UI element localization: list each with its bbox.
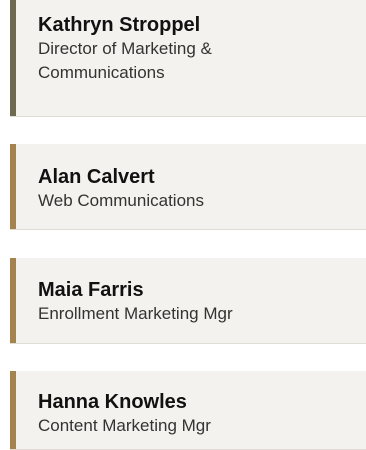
staff-card-kathryn-stroppel[interactable]: Kathryn Stroppel Director of Marketing &… [10, 0, 366, 117]
staff-name[interactable]: Alan Calvert [38, 166, 356, 189]
staff-name[interactable]: Hanna Knowles [38, 391, 356, 414]
staff-title: Web Communications [38, 191, 204, 210]
staff-card-text: Kathryn Stroppel Director of Marketing &… [38, 14, 356, 85]
staff-card-text: Maia Farris Enrollment Marketing Mgr [38, 279, 356, 326]
staff-title: Enrollment Marketing Mgr [38, 304, 233, 323]
staff-card-hanna-knowles[interactable]: Hanna Knowles Content Marketing Mgr [10, 371, 366, 450]
staff-card-maia-farris[interactable]: Maia Farris Enrollment Marketing Mgr [10, 258, 366, 344]
staff-name[interactable]: Kathryn Stroppel [38, 14, 356, 37]
staff-name[interactable]: Maia Farris [38, 279, 356, 302]
accent-bar [10, 258, 16, 343]
accent-bar [10, 144, 16, 229]
staff-card-text: Alan Calvert Web Communications [38, 166, 356, 213]
accent-bar [10, 371, 16, 449]
accent-bar [10, 0, 16, 116]
staff-title-continued: Communications [38, 63, 165, 82]
staff-card-alan-calvert[interactable]: Alan Calvert Web Communications [10, 144, 366, 230]
staff-list: Kathryn Stroppel Director of Marketing &… [0, 0, 366, 450]
staff-title: Content Marketing Mgr [38, 416, 211, 435]
staff-title: Director of Marketing & [38, 39, 212, 58]
staff-card-text: Hanna Knowles Content Marketing Mgr [38, 391, 356, 438]
